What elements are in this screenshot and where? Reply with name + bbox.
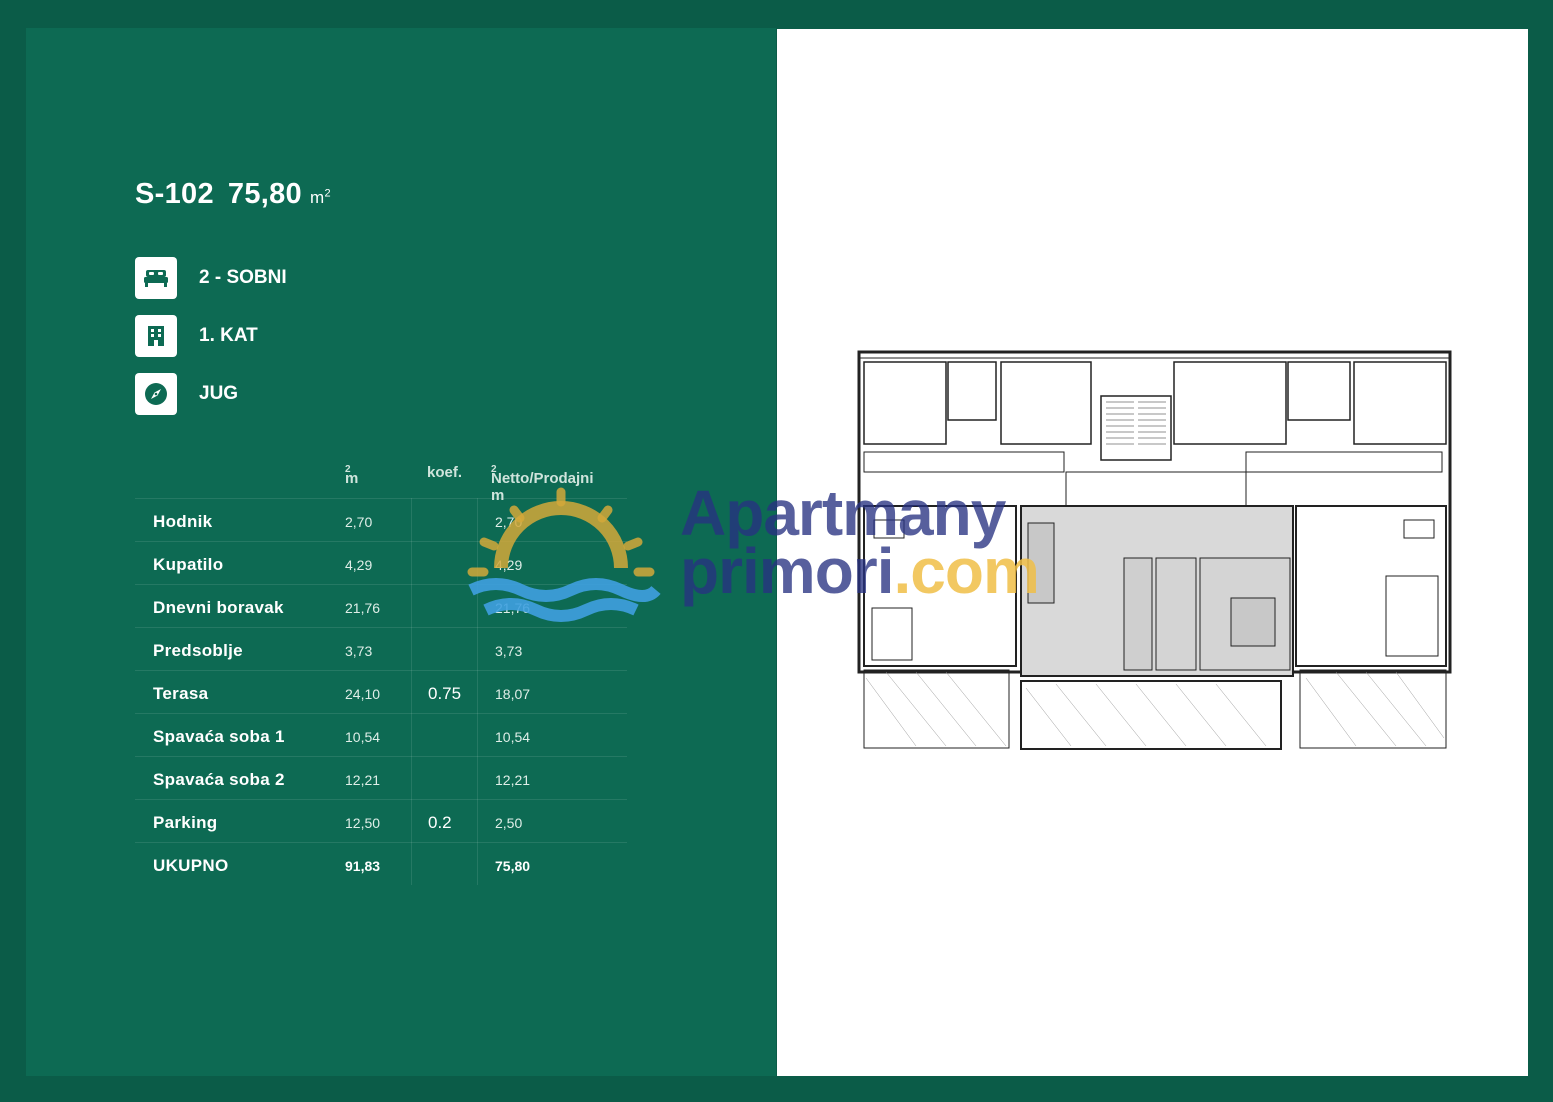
room-netto: 10,54 <box>495 729 531 745</box>
table-row: Predsoblje 3,73 3,73 <box>135 627 627 670</box>
total-netto: 75,80 <box>495 858 531 874</box>
room-netto: 3,73 <box>495 643 523 659</box>
unit-code: S-102 <box>135 178 214 210</box>
room-m2: 4,29 <box>345 557 373 573</box>
table-total-row: UKUPNO 91,83 75,80 <box>135 842 627 885</box>
room-name: Hodnik <box>153 512 213 531</box>
table-row: Terasa 24,10 0.75 18,07 <box>135 670 627 713</box>
room-m2: 10,54 <box>345 729 381 745</box>
table-row: Spavaća soba 2 12,21 12,21 <box>135 756 627 799</box>
room-netto: 21,76 <box>495 600 531 616</box>
area-table: m2 koef. Netto/Prodajni m2 Hodnik 2,70 2… <box>135 458 627 885</box>
building-icon <box>135 315 177 357</box>
total-label: UKUPNO <box>153 856 229 875</box>
room-netto: 2,70 <box>495 514 523 530</box>
room-name: Spavaća soba 2 <box>153 770 285 789</box>
room-name: Parking <box>153 813 218 832</box>
header-koef: koef. <box>427 464 463 481</box>
room-name: Spavaća soba 1 <box>153 727 285 746</box>
unit-area: 75,80 <box>227 178 302 210</box>
room-name: Predsoblje <box>153 641 243 660</box>
room-m2: 3,73 <box>345 643 373 659</box>
feature-orientation: JUG <box>135 373 238 415</box>
compass-icon <box>135 373 177 415</box>
feature-rooms: 2 - SOBNI <box>135 257 287 299</box>
room-m2: 2,70 <box>345 514 373 530</box>
bed-icon <box>135 257 177 299</box>
room-name: Terasa <box>153 684 209 703</box>
feature-floor: 1. KAT <box>135 315 258 357</box>
room-koef: 0.2 <box>428 813 452 832</box>
header-m2: m2 <box>345 464 359 487</box>
room-name: Dnevni boravak <box>153 598 284 617</box>
room-m2: 12,21 <box>345 772 381 788</box>
feature-floor-label: 1. KAT <box>199 325 258 346</box>
table-row: Hodnik 2,70 2,70 <box>135 498 627 541</box>
room-netto: 2,50 <box>495 815 523 831</box>
room-netto: 4,29 <box>495 557 523 573</box>
table-row: Kupatilo 4,29 4,29 <box>135 541 627 584</box>
unit-title: S-102 75,80 m2 <box>135 178 331 211</box>
table-row: Parking 12,50 0.2 2,50 <box>135 799 627 842</box>
header-netto: Netto/Prodajni m2 <box>491 464 594 504</box>
feature-rooms-label: 2 - SOBNI <box>199 267 287 288</box>
room-name: Kupatilo <box>153 555 224 574</box>
feature-orientation-label: JUG <box>199 383 239 404</box>
room-netto: 18,07 <box>495 686 531 702</box>
table-header: m2 koef. Netto/Prodajni m2 <box>135 458 627 504</box>
room-m2: 21,76 <box>345 600 381 616</box>
room-koef: 0.75 <box>428 684 462 703</box>
table-row: Spavaća soba 1 10,54 10,54 <box>135 713 627 756</box>
room-m2: 24,10 <box>345 686 381 702</box>
floor-plan <box>857 350 1452 750</box>
area-unit: m2 <box>309 187 331 207</box>
room-netto: 12,21 <box>495 772 531 788</box>
room-m2: 12,50 <box>345 815 381 831</box>
total-m2: 91,83 <box>345 858 381 874</box>
table-row: Dnevni boravak 21,76 21,76 <box>135 584 627 627</box>
